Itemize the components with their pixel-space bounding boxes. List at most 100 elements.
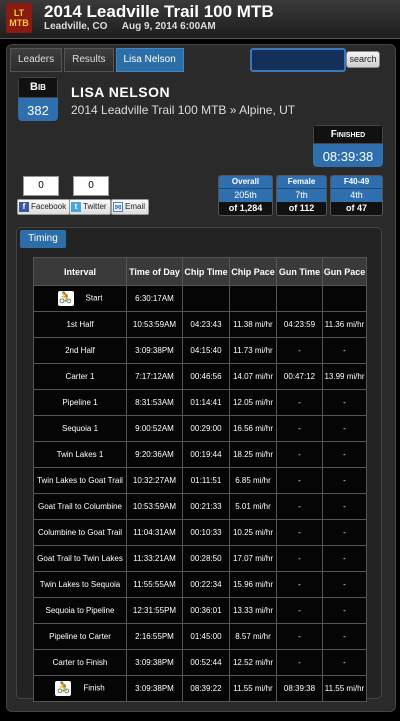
timing-cell-chip-pace: 17.07 mi/hr — [229, 545, 277, 572]
interval-name: Sequoia 1 — [61, 424, 99, 433]
timing-cell-gun: - — [276, 649, 323, 676]
timing-cell-gun — [276, 285, 323, 312]
bib-number: 382 — [18, 98, 58, 121]
timing-cell-chip: 00:22:34 — [182, 571, 230, 598]
timing-cell-interval: Goat Trail to Columbine — [33, 493, 127, 520]
event-logo[interactable]: LT MTB — [6, 3, 32, 33]
timing-cell-tod: 3:09:38PM — [126, 337, 183, 364]
facebook-icon: f — [19, 202, 29, 212]
timing-cell-tod: 10:53:59AM — [126, 311, 183, 338]
timing-body: 🚴 Start 6:30:17AM 1st Half 10:53:59AM 04:23:4… — [33, 285, 367, 702]
timing-cell-gun-pace: 11.55 mi/hr — [322, 675, 367, 702]
tab-leaders[interactable]: Leaders — [10, 48, 63, 72]
placement-value: 205th — [219, 188, 272, 202]
timing-cell-gun: 04:23:59 — [276, 311, 323, 338]
interval-name: Twin Lakes 1 — [56, 450, 104, 459]
timing-cell-interval: 2nd Half — [33, 337, 127, 364]
bicycle-icon: 🚴 — [57, 291, 74, 306]
email-share-button[interactable]: ✉ Email — [111, 199, 150, 215]
search-input[interactable] — [250, 48, 346, 72]
timing-cell-gun: - — [276, 623, 323, 650]
timing-row: Twin Lakes 1 9:20:36AM 00:19:44 18.25 mi/hr… — [33, 441, 367, 468]
event-location: Leadville, CO — [44, 21, 108, 32]
tab-timing[interactable]: Timing — [20, 230, 66, 248]
interval-name: Finish — [83, 683, 105, 693]
tab-results[interactable]: Results — [64, 48, 114, 72]
interval-name: Pipeline 1 — [62, 398, 98, 407]
interval-name: Sequoia to Pipeline — [45, 606, 115, 615]
timing-cell-gun: - — [276, 571, 323, 598]
timing-cell-tod: 9:20:36AM — [126, 441, 183, 468]
timing-cell-gun: - — [276, 545, 323, 572]
timing-row: 🚴 Finish 3:09:38PM 08:39:22 11.55 mi/hr 08:39… — [33, 675, 367, 702]
timing-row: Goat Trail to Twin Lakes 11:33:21AM 00:28:… — [33, 545, 367, 572]
timing-row: Sequoia 1 9:00:52AM 00:29:00 16.56 mi/hr - - — [33, 415, 367, 442]
timing-cell-gun-pace: 13.99 mi/hr — [322, 363, 367, 390]
interval-name: Carter to Finish — [52, 658, 108, 667]
timing-row: Twin Lakes to Sequoia 11:55:55AM 00:22:34 1… — [33, 571, 367, 598]
timing-header-row: Interval Time of Day Chip Time Chip Pace… — [33, 257, 367, 286]
placement-value: 7th — [277, 188, 326, 202]
timing-cell-gun-pace: - — [322, 571, 367, 598]
timing-cell-interval: Carter to Finish — [33, 649, 127, 676]
timing-cell-tod: 6:30:17AM — [126, 285, 183, 312]
nav-tabs: Leaders Results Lisa Nelson — [10, 48, 186, 72]
timing-cell-interval: Sequoia 1 — [33, 415, 127, 442]
finish-badge: Finished 08:39:38 — [313, 125, 383, 167]
timing-cell-tod: 3:09:38PM — [126, 675, 183, 702]
timing-cell-interval: 🚴 Finish — [33, 675, 127, 702]
timing-cell-chip: 00:52:44 — [182, 649, 230, 676]
timing-table: Interval Time of Day Chip Time Chip Pace… — [33, 257, 367, 702]
athlete-race-line: 2014 Leadville Trail 100 MTB » Alpine, U… — [71, 103, 296, 117]
timing-cell-gun: - — [276, 441, 323, 468]
search-button[interactable]: search — [346, 51, 380, 68]
timing-cell-interval: 1st Half — [33, 311, 127, 338]
timing-row: Carter to Finish 3:09:38PM 00:52:44 12.52 m… — [33, 649, 367, 676]
timing-cell-chip-pace: 6.85 mi/hr — [229, 467, 277, 494]
athlete-name: LISA NELSON — [71, 84, 171, 100]
timing-cell-gun: - — [276, 337, 323, 364]
interval-name: Carter 1 — [65, 372, 95, 381]
timing-cell-tod: 7:17:12AM — [126, 363, 183, 390]
timing-cell-chip: 00:28:50 — [182, 545, 230, 572]
timing-cell-gun-pace: - — [322, 337, 367, 364]
timing-cell-chip: 00:46:56 — [182, 363, 230, 390]
timing-cell-chip: 01:11:51 — [182, 467, 230, 494]
interval-name: Twin Lakes to Sequoia — [39, 580, 121, 589]
timing-cell-chip: 01:14:41 — [182, 389, 230, 416]
timing-cell-chip-pace: 8.57 mi/hr — [229, 623, 277, 650]
finish-time: 08:39:38 — [313, 144, 383, 167]
timing-cell-tod: 10:53:59AM — [126, 493, 183, 520]
timing-cell-gun-pace: - — [322, 389, 367, 416]
column-header: Interval — [33, 257, 127, 286]
twitter-share-button[interactable]: t Twitter — [69, 199, 111, 215]
timing-cell-gun-pace: - — [322, 467, 367, 494]
timing-cell-chip: 00:10:33 — [182, 519, 230, 546]
event-datetime: Aug 9, 2014 6:00AM — [121, 21, 216, 32]
timing-cell-gun: - — [276, 415, 323, 442]
timing-row: 2nd Half 3:09:38PM 04:15:40 11.73 mi/hr - - — [33, 337, 367, 364]
tab-athlete[interactable]: Lisa Nelson — [115, 48, 184, 72]
timing-cell-chip-pace: 10.25 mi/hr — [229, 519, 277, 546]
twitter-count: 0 — [73, 176, 109, 196]
placement-total: of 1,284 — [219, 202, 272, 215]
event-title: 2014 Leadville Trail 100 MTB — [44, 2, 274, 21]
timing-row: Goat Trail to Columbine 10:53:59AM 00:21:3… — [33, 493, 367, 520]
timing-row: 🚴 Start 6:30:17AM — [33, 285, 367, 312]
placement-label: Overall — [219, 176, 272, 188]
interval-name: Twin Lakes to Goat Trail — [37, 476, 123, 485]
timing-cell-chip: 00:29:00 — [182, 415, 230, 442]
timing-cell-interval: Twin Lakes 1 — [33, 441, 127, 468]
column-header: Chip Time — [182, 257, 230, 286]
bib-badge: Bib 382 — [18, 77, 58, 121]
facebook-share-button[interactable]: f Facebook — [17, 199, 71, 215]
timing-row: Sequoia to Pipeline 12:31:55PM 00:36:01 13.… — [33, 597, 367, 624]
event-subtitle: Leadville, CO Aug 9, 2014 6:00AM — [44, 21, 228, 32]
timing-cell-interval: Carter 1 — [33, 363, 127, 390]
timing-cell-interval: Sequoia to Pipeline — [33, 597, 127, 624]
placement-label: F40-49 — [331, 176, 382, 188]
timing-row: Pipeline 1 8:31:53AM 01:14:41 12.05 mi/hr - - — [33, 389, 367, 416]
timing-cell-tod: 12:31:55PM — [126, 597, 183, 624]
timing-cell-chip: 00:36:01 — [182, 597, 230, 624]
timing-cell-gun: - — [276, 519, 323, 546]
